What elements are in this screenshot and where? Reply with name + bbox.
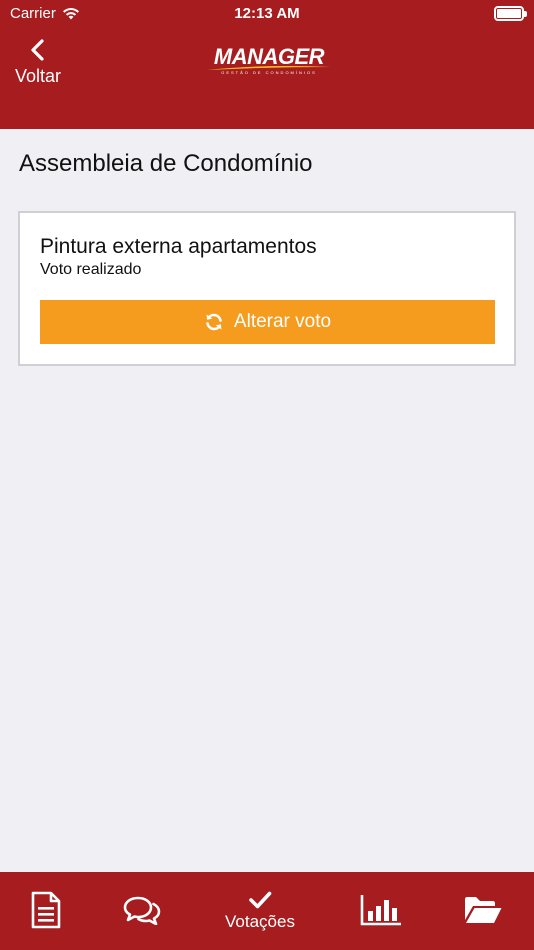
tab-votacoes[interactable]: Votações bbox=[210, 872, 310, 950]
document-icon bbox=[31, 891, 61, 929]
tab-reports[interactable] bbox=[331, 872, 431, 950]
status-bar: Carrier 12:13 AM bbox=[0, 0, 534, 28]
tab-files[interactable] bbox=[433, 872, 533, 950]
check-icon bbox=[249, 891, 272, 909]
logo-wordmark: MANAGER bbox=[213, 44, 325, 69]
battery-icon bbox=[494, 6, 527, 21]
back-button[interactable]: Voltar bbox=[8, 38, 68, 98]
tab-votacoes-label: Votações bbox=[225, 912, 295, 931]
tab-bar: Votações bbox=[0, 872, 534, 950]
alter-vote-button[interactable]: Alterar voto bbox=[40, 300, 495, 344]
back-label: Voltar bbox=[14, 66, 62, 86]
logo-tagline: GESTÃO DE CONDOMÍNIOS bbox=[221, 70, 317, 75]
folder-open-icon bbox=[465, 897, 502, 923]
alter-vote-label: Alterar voto bbox=[233, 311, 332, 332]
tab-messages[interactable] bbox=[92, 872, 192, 950]
tab-documents[interactable] bbox=[0, 872, 96, 950]
refresh-icon bbox=[206, 313, 222, 331]
chevron-left-icon bbox=[31, 39, 44, 61]
vote-status: Voto realizado bbox=[40, 261, 142, 278]
header: Carrier 12:13 AM Voltar MANAGER GESTÃO D… bbox=[0, 0, 534, 129]
chat-icon bbox=[123, 896, 161, 925]
page-title: Assembleia de Condomínio bbox=[19, 150, 313, 177]
vote-title: Pintura externa apartamentos bbox=[40, 235, 317, 258]
vote-card: Pintura externa apartamentos Voto realiz… bbox=[18, 211, 516, 366]
bar-chart-icon bbox=[360, 895, 401, 926]
clock: 12:13 AM bbox=[234, 5, 300, 22]
manager-logo: MANAGER GESTÃO DE CONDOMÍNIOS bbox=[205, 46, 333, 82]
